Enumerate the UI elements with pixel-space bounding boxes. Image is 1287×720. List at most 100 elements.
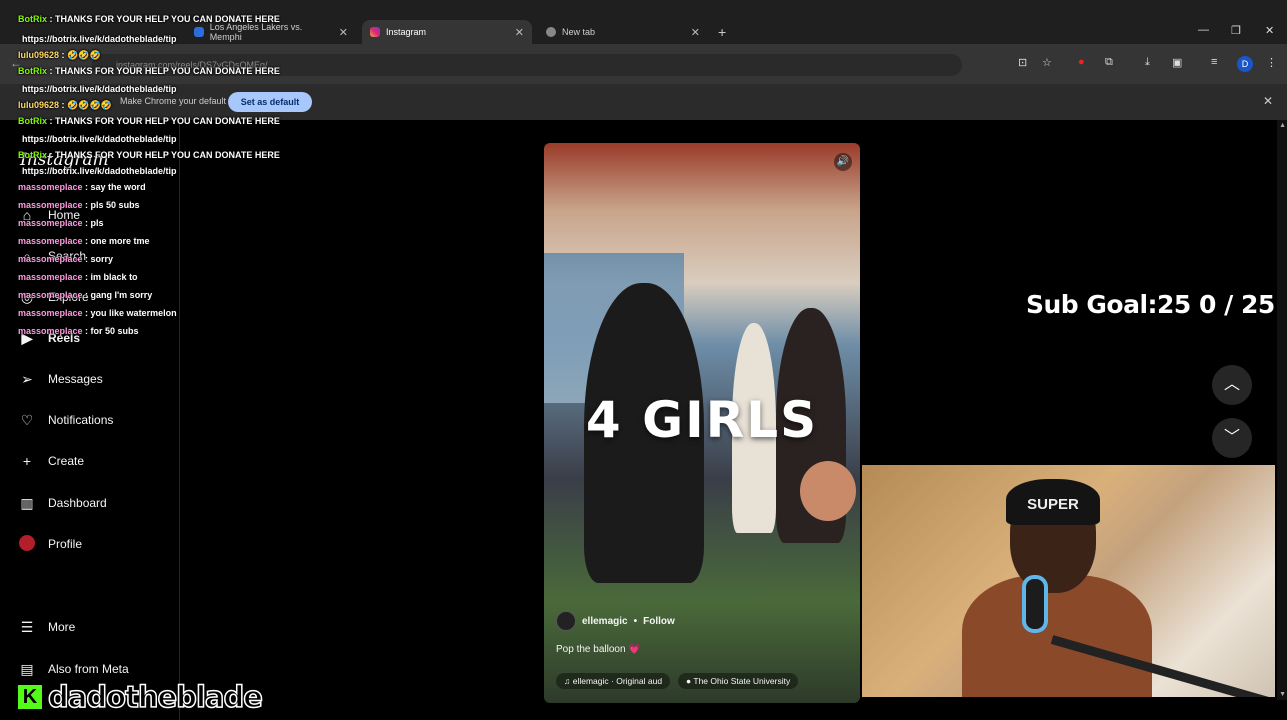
chat-username: massomeplace — [18, 182, 83, 192]
chat-text: : you like watermelon — [82, 308, 177, 318]
meta-icon: ▤ — [20, 660, 34, 677]
new-tab-plus-icon[interactable]: + — [718, 24, 726, 40]
bookmark-star-icon[interactable]: ☆ — [1042, 56, 1052, 69]
instagram-favicon-icon — [370, 27, 380, 37]
sidebar-item-label: Notifications — [48, 413, 114, 427]
reel-video[interactable]: 🔊 4 GIRLS ellemagic • Follow Pop the bal… — [544, 143, 860, 703]
location-pill[interactable]: ● The Ohio State University — [678, 673, 799, 689]
previous-reel-button[interactable]: ︿ — [1212, 365, 1252, 405]
music-note-icon: ♫ — [564, 676, 573, 686]
minimize-icon[interactable]: — — [1198, 24, 1209, 36]
tab-label: New tab — [562, 27, 596, 37]
chat-message: massomeplace : for 50 subs — [18, 326, 139, 336]
messages-icon: ➢ — [21, 370, 33, 387]
chat-username: lulu09628 — [18, 100, 60, 110]
author-avatar[interactable] — [556, 611, 576, 631]
chat-message: lulu09628 : 🤣🤣🤣🤣 — [18, 100, 112, 111]
chat-message: massomeplace : im black to — [18, 272, 138, 282]
chat-text: : pls 50 subs — [82, 200, 140, 210]
close-icon[interactable]: ✕ — [691, 26, 700, 39]
split-view-icon[interactable]: ▣ — [1172, 56, 1182, 69]
profile-avatar[interactable]: D — [1237, 56, 1253, 72]
chat-message: massomeplace : one more tme — [18, 236, 150, 246]
chat-username: massomeplace — [18, 272, 83, 282]
close-icon[interactable]: ✕ — [339, 26, 348, 39]
chat-username: massomeplace — [18, 326, 83, 336]
install-app-icon[interactable]: ⊡ — [1018, 56, 1027, 69]
close-icon[interactable]: ✕ — [515, 26, 524, 39]
chat-username: lulu09628 — [18, 50, 60, 60]
next-reel-button[interactable]: ﹀ — [1212, 418, 1252, 458]
location-label: The Ohio State University — [693, 676, 791, 686]
window-close-icon[interactable]: ✕ — [1265, 24, 1274, 37]
site-favicon-icon — [194, 27, 204, 37]
sidebar-item-messages[interactable]: ➢ Messages — [18, 366, 103, 392]
audio-label: ellemagic · Original aud — [572, 676, 663, 686]
tab-label: Instagram — [386, 27, 427, 37]
chat-text: : pls — [82, 218, 104, 228]
kick-logo-icon: K — [16, 683, 44, 711]
sidebar-item-more[interactable]: ☰ More — [18, 614, 76, 640]
extension-icon[interactable]: ● — [1078, 56, 1085, 68]
sidebar-item-meta[interactable]: ▤ Also from Meta — [18, 656, 128, 682]
sidebar-item-label: Messages — [48, 372, 103, 386]
default-browser-infobar: Make Chrome your default browser Set as … — [0, 84, 1287, 120]
chat-text: : THANKS FOR YOUR HELP YOU CAN DONATE HE… — [47, 150, 280, 160]
kebab-menu-icon[interactable]: ⋮ — [1266, 56, 1277, 69]
chat-message: massomeplace : gang I'm sorry — [18, 290, 152, 300]
chat-message: massomeplace : sorry — [18, 254, 113, 264]
menu-icon: ☰ — [20, 618, 34, 635]
scroll-up-icon[interactable]: ▲ — [1279, 122, 1286, 129]
chat-message: massomeplace : pls — [18, 218, 104, 228]
reel-author-row: ellemagic • Follow — [556, 611, 675, 631]
media-control-icon[interactable]: ≡ — [1211, 56, 1217, 68]
scroll-down-icon[interactable]: ▼ — [1279, 691, 1286, 698]
address-bar-row: ← instagram.com/reels/DS7yGDsQMEq/ — [0, 44, 1287, 84]
sub-goal-counter: Sub Goal:25 0 / 25 — [1026, 290, 1275, 319]
sidebar-item-profile[interactable]: Profile — [18, 531, 82, 557]
chat-text: : sorry — [82, 254, 114, 264]
sidebar-item-create[interactable]: + Create — [18, 448, 84, 474]
chat-username: BotRix — [18, 116, 47, 126]
chat-username: BotRix — [18, 66, 47, 76]
streamer-beanie: SUPER — [1006, 479, 1100, 525]
infobar-close-icon[interactable]: ✕ — [1263, 94, 1273, 108]
channel-watermark: K dadotheblade — [16, 679, 264, 715]
chat-username: massomeplace — [18, 218, 83, 228]
sidebar-item-notifications[interactable]: ♡ Notifications — [18, 407, 114, 433]
tab-label: Los Angeles Lakers vs. Memphi — [209, 22, 303, 42]
follow-button[interactable]: Follow — [643, 616, 675, 627]
avatar-icon — [18, 534, 36, 554]
plus-icon: + — [22, 453, 32, 469]
chat-username: massomeplace — [18, 200, 83, 210]
extensions-puzzle-icon[interactable]: ⧉ — [1105, 56, 1113, 69]
audio-pill[interactable]: ♫ ellemagic · Original aud — [556, 673, 671, 689]
download-icon[interactable]: ⤓ — [1145, 56, 1150, 69]
sidebar-item-label: More — [48, 620, 76, 634]
chat-text: : im black to — [82, 272, 138, 282]
chat-text: : gang I'm sorry — [82, 290, 153, 300]
chat-link: https://botrix.live/k/dadotheblade/tip — [22, 84, 177, 94]
chat-username: massomeplace — [18, 254, 83, 264]
microphone-icon — [1022, 575, 1048, 633]
streamer-webcam: SUPER — [862, 465, 1275, 697]
sidebar-item-label: Profile — [48, 537, 83, 551]
chat-message: BotRix : THANKS FOR YOUR HELP YOU CAN DO… — [18, 66, 280, 76]
speaker-icon[interactable]: 🔊 — [834, 153, 852, 171]
tab-new[interactable]: New tab ✕ — [538, 20, 708, 44]
page-scrollbar[interactable]: ▲ ▼ — [1277, 120, 1287, 700]
chat-text: : 🤣🤣🤣 — [59, 50, 101, 60]
tab-instagram[interactable]: Instagram ✕ — [362, 20, 532, 44]
reel-audio-row: ♫ ellemagic · Original aud ● The Ohio St… — [556, 673, 799, 689]
chat-text: : THANKS FOR YOUR HELP YOU CAN DONATE HE… — [47, 66, 280, 76]
author-name[interactable]: ellemagic — [582, 616, 628, 627]
sidebar-item-dashboard[interactable]: ▥ Dashboard — [18, 490, 106, 516]
set-default-button[interactable]: Set as default — [228, 92, 312, 112]
chat-username: massomeplace — [18, 308, 83, 318]
restore-icon[interactable]: ❐ — [1231, 24, 1241, 37]
chevron-down-icon: ﹀ — [1223, 429, 1240, 446]
dashboard-icon: ▥ — [20, 494, 34, 511]
chat-message: massomeplace : pls 50 subs — [18, 200, 140, 210]
chat-message: massomeplace : say the word — [18, 182, 146, 192]
chat-message: BotRix : THANKS FOR YOUR HELP YOU CAN DO… — [18, 150, 280, 160]
